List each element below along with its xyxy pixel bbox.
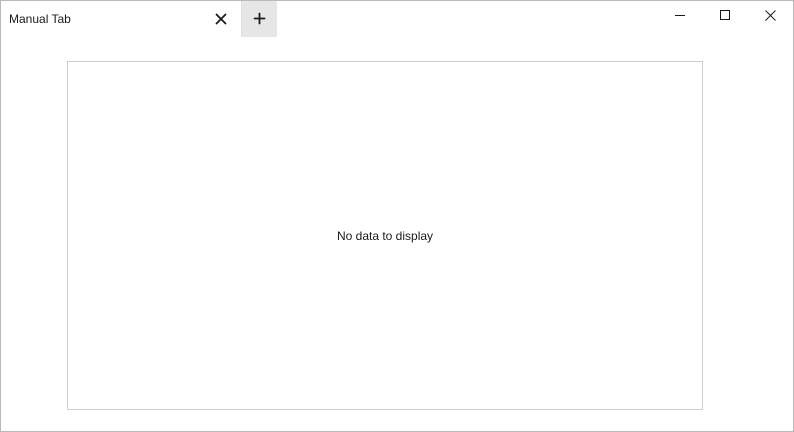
- title-bar: Manual Tab: [1, 1, 793, 37]
- close-icon: [765, 10, 776, 21]
- minimize-button[interactable]: [657, 1, 703, 31]
- app-window: Manual Tab No data to display: [0, 0, 794, 432]
- plus-icon: [253, 12, 266, 25]
- maximize-button[interactable]: [702, 1, 748, 31]
- new-tab-button[interactable]: [242, 1, 277, 37]
- maximize-icon: [720, 10, 730, 20]
- tab-manual[interactable]: Manual Tab: [1, 1, 242, 37]
- tab-title: Manual Tab: [9, 12, 71, 26]
- minimize-icon: [675, 15, 685, 16]
- window-close-button[interactable]: [747, 1, 793, 31]
- tab-close-button[interactable]: [209, 7, 233, 31]
- data-panel: No data to display: [67, 61, 703, 410]
- empty-state-message: No data to display: [336, 228, 434, 243]
- close-icon: [215, 13, 227, 25]
